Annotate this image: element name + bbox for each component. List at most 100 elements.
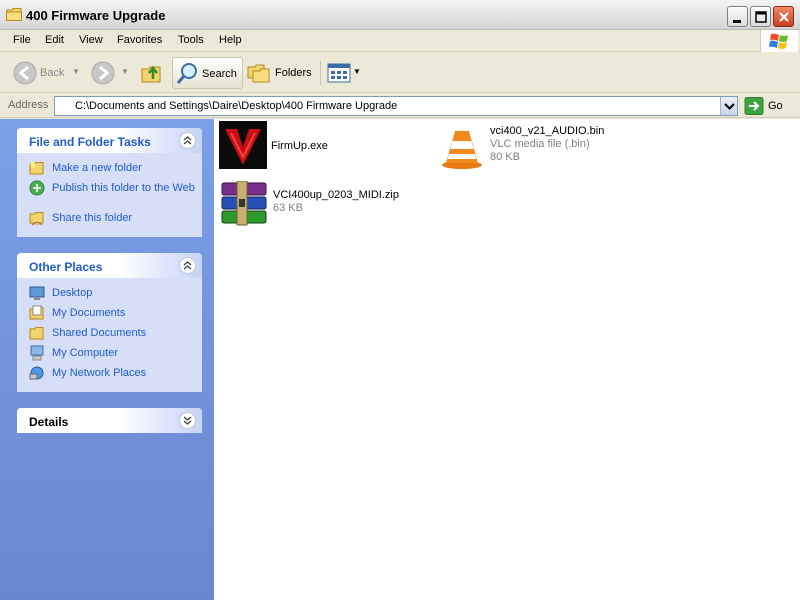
maximize-button[interactable]	[750, 6, 771, 27]
close-button[interactable]	[773, 6, 794, 27]
chevron-down-icon	[724, 103, 735, 110]
folders-icon	[247, 64, 270, 83]
other-places-header[interactable]: Other Places	[17, 253, 202, 278]
address-bar: Address C:\Documents and Settings\Daire\…	[0, 94, 800, 118]
maximize-icon	[755, 11, 767, 23]
up-folder-button[interactable]	[140, 57, 166, 89]
address-path: C:\Documents and Settings\Daire\Desktop\…	[75, 100, 398, 112]
task-share-folder[interactable]: Share this folder	[17, 209, 202, 229]
file-name: FirmUp.exe	[271, 140, 328, 152]
desktop-icon	[29, 286, 45, 300]
file-size: 80 KB	[490, 151, 520, 163]
place-label: My Computer	[52, 347, 119, 359]
folder-icon	[6, 8, 22, 21]
file-folder-tasks-panel: File and Folder Tasks Make a new folder …	[17, 128, 202, 237]
winrar-archive-icon	[221, 181, 267, 226]
close-icon	[779, 12, 789, 22]
file-item[interactable]: FirmUp.exe	[219, 121, 419, 171]
address-input[interactable]: C:\Documents and Settings\Daire\Desktop\…	[54, 96, 738, 116]
other-places-panel: Other Places Desktop My Documents Shared…	[17, 253, 202, 392]
windows-logo	[760, 30, 798, 52]
file-name: vci400_v21_AUDIO.bin	[490, 125, 605, 137]
place-label: Shared Documents	[52, 327, 147, 339]
place-label: Desktop	[52, 287, 93, 299]
panel-title: Other Places	[29, 260, 103, 274]
views-button[interactable]: ▼	[327, 57, 361, 89]
views-grid-icon	[327, 63, 351, 83]
place-my-computer[interactable]: My Computer	[17, 344, 202, 364]
back-dropdown-icon[interactable]: ▼	[72, 67, 80, 76]
forward-arrow-icon	[91, 61, 115, 85]
menu-help[interactable]: Help	[219, 34, 242, 46]
firmup-app-icon	[219, 121, 267, 169]
expand-button[interactable]	[179, 412, 196, 429]
file-item[interactable]: VCI400up_0203_MIDI.zip 63 KB	[221, 181, 441, 231]
toolbar: Back ▼ ▼ Search Folders ▼	[0, 53, 800, 93]
file-name: VCI400up_0203_MIDI.zip	[273, 189, 399, 201]
go-button[interactable]: Go	[744, 97, 796, 115]
task-label: Share this folder	[52, 212, 133, 224]
address-label: Address	[8, 99, 49, 111]
forward-button[interactable]: ▼	[90, 57, 132, 89]
go-label: Go	[768, 100, 783, 112]
place-my-network-places[interactable]: My Network Places	[17, 364, 202, 384]
minimize-icon	[733, 20, 741, 23]
folders-button[interactable]: Folders	[247, 57, 313, 89]
toolbar-divider	[320, 61, 321, 85]
minimize-button[interactable]	[727, 6, 748, 27]
menu-file[interactable]: File	[13, 34, 31, 46]
share-folder-icon	[29, 212, 44, 226]
menu-edit[interactable]: Edit	[45, 34, 64, 46]
double-chevron-up-icon	[183, 261, 192, 270]
place-label: My Documents	[52, 307, 126, 319]
file-folder-tasks-header[interactable]: File and Folder Tasks	[17, 128, 202, 153]
task-label: Make a new folder	[52, 162, 142, 174]
collapse-button[interactable]	[179, 257, 196, 274]
menu-bar: File Edit View Favorites Tools Help	[0, 30, 800, 52]
search-icon	[176, 63, 197, 84]
window-title: 400 Firmware Upgrade	[26, 8, 166, 23]
views-dropdown-icon[interactable]: ▼	[353, 67, 361, 76]
search-button[interactable]: Search	[172, 57, 243, 89]
collapse-button[interactable]	[179, 132, 196, 149]
address-dropdown-button[interactable]	[720, 97, 737, 115]
task-pane: File and Folder Tasks Make a new folder …	[0, 119, 214, 600]
place-desktop[interactable]: Desktop	[17, 284, 202, 304]
search-label: Search	[202, 68, 237, 80]
file-list: FirmUp.exe vci400_v21_AUDIO.bin VLC medi…	[214, 119, 800, 600]
place-shared-documents[interactable]: Shared Documents	[17, 324, 202, 344]
shared-documents-icon	[29, 327, 44, 340]
forward-dropdown-icon[interactable]: ▼	[121, 67, 129, 76]
file-item[interactable]: vci400_v21_AUDIO.bin VLC media file (.bi…	[438, 123, 678, 173]
double-chevron-down-icon	[183, 416, 192, 425]
panel-title: File and Folder Tasks	[29, 135, 151, 149]
panel-title: Details	[29, 415, 69, 429]
place-label: My Network Places	[52, 367, 147, 379]
file-type: VLC media file (.bin)	[490, 138, 590, 150]
my-documents-icon	[29, 305, 44, 320]
file-size: 63 KB	[273, 202, 303, 214]
windows-flag-icon	[769, 33, 788, 49]
my-computer-icon	[30, 345, 44, 361]
title-bar: 400 Firmware Upgrade	[0, 0, 800, 30]
back-button[interactable]: Back ▼	[10, 57, 80, 89]
details-header[interactable]: Details	[17, 408, 202, 433]
back-arrow-icon	[13, 61, 37, 85]
task-publish-to-web[interactable]: Publish this folder to the Web	[17, 179, 202, 209]
vlc-cone-icon	[442, 131, 482, 169]
double-chevron-up-icon	[183, 136, 192, 145]
network-places-icon	[29, 366, 44, 380]
menu-view[interactable]: View	[79, 34, 103, 46]
task-label: Publish this folder to the Web	[52, 182, 195, 194]
folders-label: Folders	[275, 67, 312, 79]
go-arrow-icon	[744, 97, 764, 115]
up-folder-icon	[141, 65, 161, 83]
menu-favorites[interactable]: Favorites	[117, 34, 162, 46]
publish-web-icon	[29, 180, 45, 196]
task-make-new-folder[interactable]: Make a new folder	[17, 159, 202, 179]
details-panel: Details	[17, 408, 202, 433]
menu-tools[interactable]: Tools	[178, 34, 204, 46]
new-folder-icon	[29, 162, 44, 175]
place-my-documents[interactable]: My Documents	[17, 304, 202, 324]
back-label: Back	[40, 67, 65, 79]
